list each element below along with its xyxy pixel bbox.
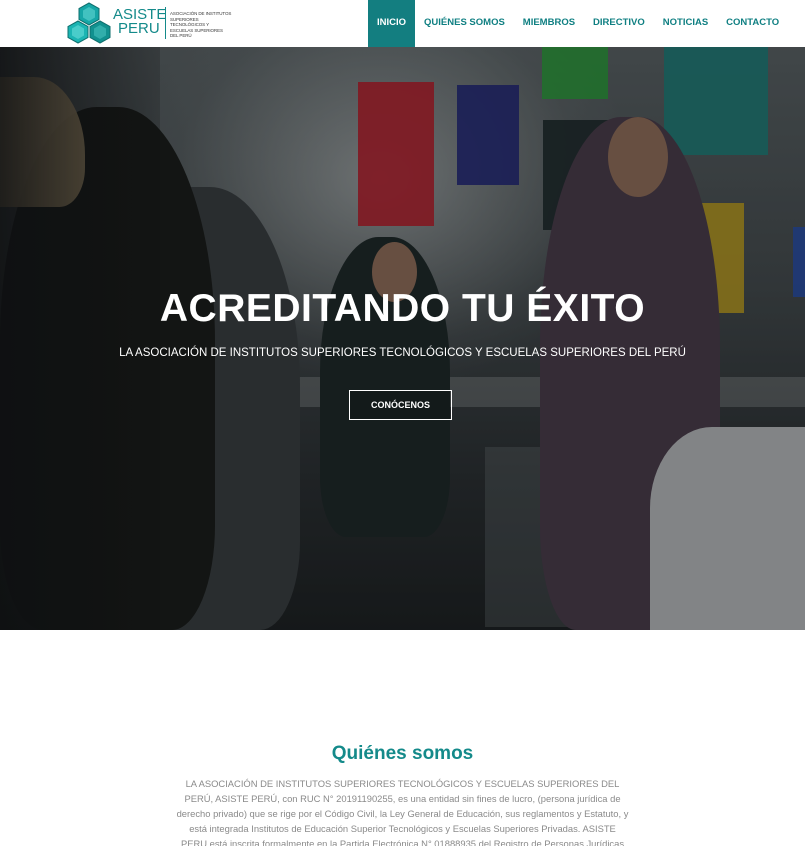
logo-wordmark: ASISTE PERU <box>113 7 166 37</box>
logo-tagline: ASOCIACIÓN DE INSTITUTOS SUPERIORES TECN… <box>170 11 232 38</box>
logo-divider <box>165 7 166 39</box>
nav-item-miembros[interactable]: MIEMBROS <box>514 0 584 47</box>
about-text: LA ASOCIACIÓN DE INSTITUTOS SUPERIORES T… <box>176 778 629 846</box>
hexagon-logo-icon <box>67 2 111 44</box>
hero-title: ACREDITANDO TU ÉXITO <box>159 287 646 330</box>
nav-item-directivo[interactable]: DIRECTIVO <box>584 0 654 47</box>
about-title: Quiénes somos <box>331 743 474 764</box>
nav-item-quienes-somos[interactable]: QUIÉNES SOMOS <box>415 0 514 47</box>
nav-item-inicio[interactable]: INICIO <box>368 0 416 47</box>
hero-subtitle: LA ASOCIACIÓN DE INSTITUTOS SUPERIORES T… <box>119 347 686 359</box>
site-logo[interactable]: ASISTE PERU ASOCIACIÓN DE INSTITUTOS SUP… <box>66 2 231 46</box>
logo-name-line2: PERU <box>118 20 160 37</box>
nav-item-contacto[interactable]: CONTACTO <box>717 0 788 47</box>
nav-item-noticias[interactable]: NOTICIAS <box>654 0 717 47</box>
conocenos-button[interactable]: CONÓCENOS <box>349 390 452 420</box>
site-header: ASISTE PERU ASOCIACIÓN DE INSTITUTOS SUP… <box>0 0 805 47</box>
hero-section: ACREDITANDO TU ÉXITO LA ASOCIACIÓN DE IN… <box>0 47 805 630</box>
hero-overlay <box>0 47 805 630</box>
main-nav: INICIO QUIÉNES SOMOS MIEMBROS DIRECTIVO … <box>368 0 788 47</box>
